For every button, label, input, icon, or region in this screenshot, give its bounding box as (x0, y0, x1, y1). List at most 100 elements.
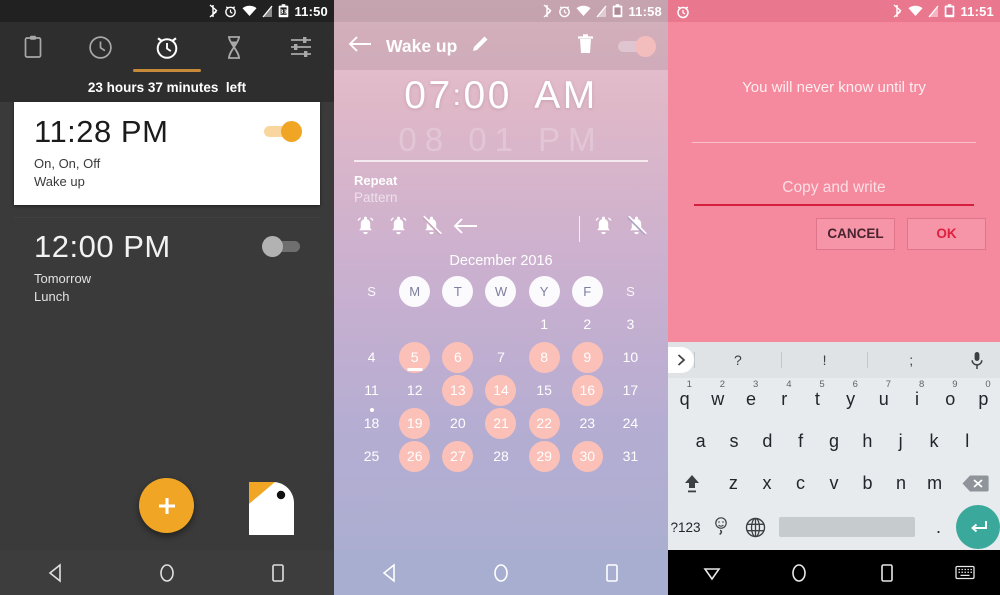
calendar-day-cell[interactable]: 28 (479, 440, 522, 473)
alarm-card-enabled[interactable]: 11:28 PM On, On, Off Wake up (14, 102, 320, 206)
calendar-day-cell[interactable]: 29 (523, 440, 566, 473)
calendar-dow-cell[interactable]: Y (523, 275, 566, 308)
key-i[interactable]: 8i (900, 378, 933, 420)
bell-on-icon[interactable] (387, 215, 410, 243)
tab-clock[interactable] (67, 22, 134, 72)
calendar-day-cell[interactable]: 14 (479, 374, 522, 407)
key-h[interactable]: h (851, 420, 884, 462)
key-l[interactable]: l (951, 420, 984, 462)
calendar-day-cell[interactable]: 21 (479, 407, 522, 440)
calendar-day-cell[interactable]: 3 (609, 308, 652, 341)
calendar-day-cell[interactable]: 23 (566, 407, 609, 440)
calendar-day-cell[interactable]: 8 (523, 341, 566, 374)
calendar-day-cell[interactable]: 4 (350, 341, 393, 374)
key-o[interactable]: 9o (934, 378, 967, 420)
backspace-icon[interactable] (951, 462, 1000, 504)
key-f[interactable]: f (784, 420, 817, 462)
calendar-day-cell[interactable]: 20 (436, 407, 479, 440)
key-v[interactable]: v (817, 462, 851, 504)
key-k[interactable]: k (917, 420, 950, 462)
key-z[interactable]: z (717, 462, 751, 504)
calendar-day-cell-marked[interactable]: 18 (350, 407, 393, 440)
tab-alarm[interactable] (132, 22, 201, 72)
calendar-day-cell[interactable]: 19 (393, 407, 436, 440)
key-u[interactable]: 7u (867, 378, 900, 420)
calendar-day-cell[interactable]: 7 (479, 341, 522, 374)
calendar-day-cell[interactable]: 9 (566, 341, 609, 374)
key-j[interactable]: j (884, 420, 917, 462)
calendar-day-cell[interactable]: 24 (609, 407, 652, 440)
key-y[interactable]: 6y (834, 378, 867, 420)
key-n[interactable]: n (884, 462, 918, 504)
calendar-day-cell[interactable] (393, 308, 436, 341)
suggestion-item[interactable]: ; (867, 352, 954, 368)
bell-off-icon[interactable] (420, 215, 443, 243)
key-b[interactable]: b (851, 462, 885, 504)
calendar-day-cell[interactable] (350, 308, 393, 341)
cancel-button[interactable]: CANCEL (816, 217, 895, 250)
tab-stopwatch[interactable] (267, 22, 334, 72)
symbols-key[interactable]: ?123 (668, 506, 703, 548)
key-s[interactable]: s (717, 420, 750, 462)
alarm-card-disabled[interactable]: 12:00 PM Tomorrow Lunch (14, 217, 320, 321)
keyboard-switch-icon[interactable] (945, 550, 985, 595)
home-icon[interactable] (472, 550, 530, 595)
key-q[interactable]: 1q (668, 378, 701, 420)
hide-keyboard-icon[interactable] (683, 550, 741, 595)
bell-off-icon[interactable] (625, 215, 648, 243)
calendar-dow-cell[interactable]: M (393, 275, 436, 308)
key-r[interactable]: 4r (768, 378, 801, 420)
calendar-day-cell[interactable]: 26 (393, 440, 436, 473)
calendar-day-cell[interactable] (479, 308, 522, 341)
key-e[interactable]: 3e (734, 378, 767, 420)
bird-logo-icon[interactable] (249, 482, 294, 535)
key-w[interactable]: 2w (701, 378, 734, 420)
back-icon[interactable] (361, 550, 419, 595)
calendar-day-cell[interactable]: 13 (436, 374, 479, 407)
bell-on-icon[interactable] (354, 215, 377, 243)
calendar-day-cell[interactable]: 12 (393, 374, 436, 407)
chevron-right-icon[interactable] (668, 347, 694, 373)
bell-on-icon[interactable] (592, 215, 615, 243)
suggestion-item[interactable]: ! (780, 352, 868, 368)
ok-button[interactable]: OK (907, 217, 986, 250)
text-input-field[interactable]: Copy and write (694, 179, 974, 206)
space-key[interactable] (773, 506, 921, 548)
calendar-dow-cell[interactable]: F (566, 275, 609, 308)
suggestion-item[interactable]: ? (694, 352, 781, 368)
calendar-day-cell[interactable]: 6 (436, 341, 479, 374)
calendar-dow-cell[interactable]: W (479, 275, 522, 308)
key-d[interactable]: d (751, 420, 784, 462)
calendar-day-cell[interactable]: 25 (350, 440, 393, 473)
add-alarm-button[interactable] (139, 478, 194, 533)
calendar-dow-cell[interactable]: S (350, 275, 393, 308)
key-m[interactable]: m (918, 462, 952, 504)
recents-icon[interactable] (249, 550, 307, 595)
time-picker[interactable]: 07:00 AM 08 01 PM (334, 70, 668, 152)
enter-key[interactable] (956, 505, 1000, 549)
calendar-day-cell[interactable]: 2 (566, 308, 609, 341)
calendar-day-cell[interactable]: 30 (566, 440, 609, 473)
microphone-icon[interactable] (954, 351, 1000, 370)
calendar-day-cell[interactable]: 16 (566, 374, 609, 407)
alarm-toggle-on[interactable] (264, 121, 302, 142)
key-g[interactable]: g (817, 420, 850, 462)
pencil-icon[interactable] (471, 35, 489, 58)
calendar-dow-cell[interactable]: S (609, 275, 652, 308)
key-a[interactable]: a (684, 420, 717, 462)
language-globe-icon[interactable] (738, 506, 773, 548)
key-p[interactable]: 0p (967, 378, 1000, 420)
calendar-day-cell-today[interactable]: 5 (393, 341, 436, 374)
home-icon[interactable] (770, 550, 828, 595)
key-t[interactable]: 5t (801, 378, 834, 420)
period-key[interactable]: . (921, 506, 956, 548)
key-c[interactable]: c (784, 462, 818, 504)
key-x[interactable]: x (750, 462, 784, 504)
calendar-day-cell[interactable]: 31 (609, 440, 652, 473)
calendar-day-cell[interactable]: 10 (609, 341, 652, 374)
recents-icon[interactable] (858, 550, 916, 595)
alarm-enable-toggle[interactable] (618, 35, 656, 57)
back-arrow-icon[interactable] (348, 35, 372, 58)
calendar-dow-cell[interactable]: T (436, 275, 479, 308)
home-icon[interactable] (138, 550, 196, 595)
